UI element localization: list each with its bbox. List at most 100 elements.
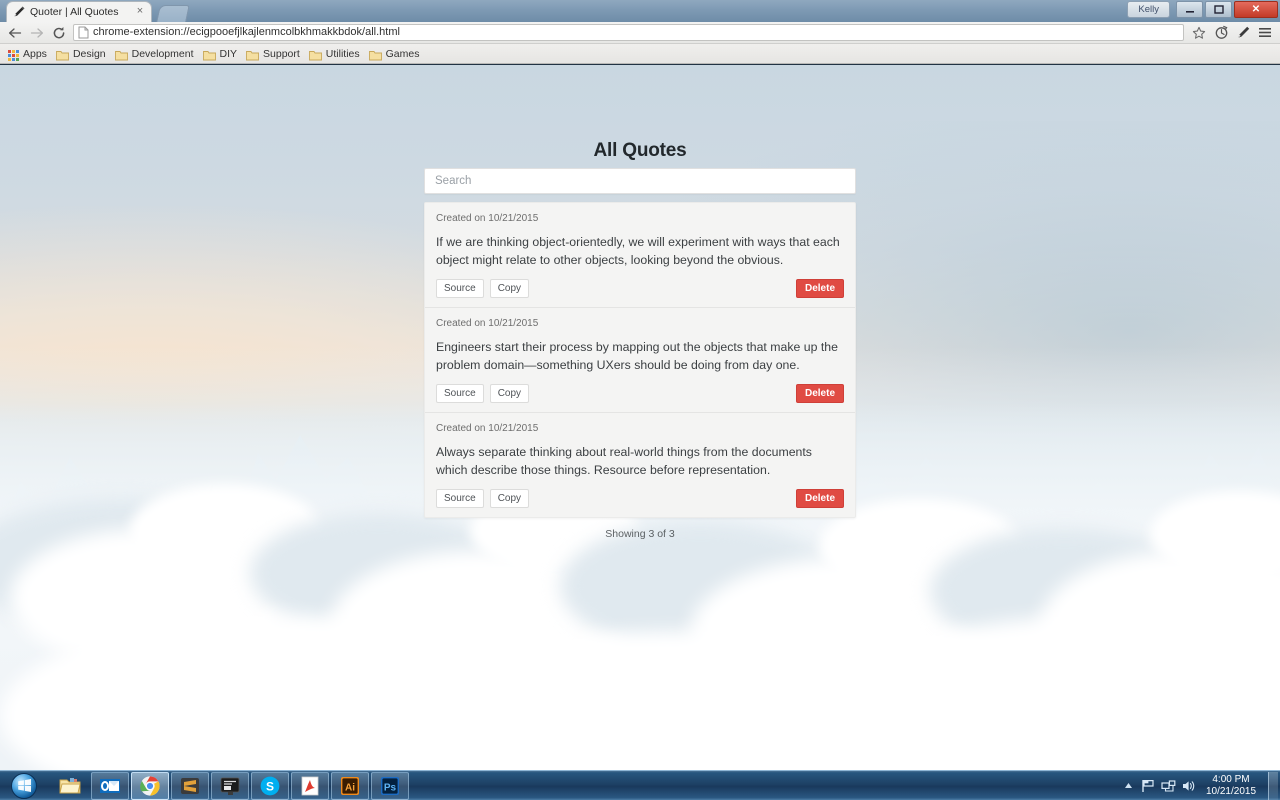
copy-button[interactable]: Copy [489,279,530,298]
search-input[interactable] [424,168,856,194]
windows-taskbar: S Ai Ps 4:00 PM 10/21/2015 [0,770,1280,800]
folder-icon [114,48,128,61]
quoter-extension-page: All Quotes Created on 10/21/2015 If we a… [0,65,1280,770]
folder-icon [202,48,216,61]
clock[interactable]: 4:00 PM 10/21/2015 [1198,774,1264,798]
maximize-button[interactable] [1205,1,1232,18]
navigation-toolbar: chrome-extension://ecigpooefjlkajlenmcol… [0,22,1280,44]
apps-grid-icon [8,48,19,61]
quote-text: Always separate thinking about real-worl… [436,445,812,477]
taskbar-skype[interactable]: S [251,771,289,800]
quotes-list: Created on 10/21/2015 If we are thinking… [424,202,856,518]
copy-button[interactable]: Copy [489,384,530,403]
terminal-icon [220,777,240,795]
sublime-text-icon [181,777,199,794]
quote-created-date: Created on 10/21/2015 [436,318,539,329]
bookmark-star-icon[interactable] [1188,23,1210,43]
page-icon [78,26,89,39]
taskbar-sublime-text[interactable] [171,771,209,800]
outlook-icon [100,778,120,793]
show-desktop-button[interactable] [1268,771,1278,800]
browser-viewport: All Quotes Created on 10/21/2015 If we a… [0,65,1280,770]
quote-text: If we are thinking object-orientedly, we… [436,235,840,267]
bookmark-games[interactable]: Games [366,45,426,63]
quote-created-date: Created on 10/21/2015 [436,423,539,434]
bookmark-apps[interactable]: Apps [5,45,53,63]
bookmark-label: Support [263,47,300,60]
new-tab-button[interactable] [156,5,190,22]
bookmark-label: Games [385,47,420,60]
taskbar-terminal[interactable] [211,771,249,800]
bookmark-design[interactable]: Design [53,45,112,63]
quote-actions: Source Copy Delete [436,384,844,403]
bookmark-label: Utilities [325,47,360,60]
reload-icon[interactable] [48,23,70,43]
close-button[interactable]: ✕ [1234,1,1278,18]
user-profile-button[interactable]: Kelly [1127,1,1170,18]
bookmark-support[interactable]: Support [243,45,306,63]
forward-icon[interactable] [26,23,48,43]
copy-button[interactable]: Copy [489,489,530,508]
quote-item: Created on 10/21/2015 If we are thinking… [425,203,855,308]
pencil-icon [12,5,26,19]
illustrator-icon: Ai [341,776,359,795]
showing-count: Showing 3 of 3 [605,528,675,540]
network-icon[interactable] [1158,775,1178,797]
clock-date: 10/21/2015 [1205,785,1257,797]
bookmark-label: Development [131,47,194,60]
system-tray: 4:00 PM 10/21/2015 [1118,771,1280,800]
bookmark-label: DIY [219,47,238,60]
taskbar-acrobat-reader[interactable] [291,771,329,800]
taskbar-file-explorer[interactable] [51,772,89,800]
show-hidden-icons-button[interactable] [1118,775,1138,797]
minimize-button[interactable] [1176,1,1203,18]
chrome-menu-icon[interactable] [1254,23,1276,43]
taskbar-chrome[interactable] [131,771,169,800]
extension-clock-icon[interactable] [1210,23,1232,43]
source-button[interactable]: Source [436,489,484,508]
bookmark-utilities[interactable]: Utilities [306,45,366,63]
folder-icon [55,48,69,61]
delete-button[interactable]: Delete [795,489,844,508]
folder-icon [246,48,259,61]
svg-text:Ai: Ai [345,782,355,793]
quote-item: Created on 10/21/2015 Always separate th… [425,413,855,517]
flag-icon[interactable] [1138,775,1158,797]
source-button[interactable]: Source [436,279,484,298]
source-button[interactable]: Source [436,384,484,403]
taskbar-photoshop[interactable]: Ps [371,771,409,800]
bookmark-diy[interactable]: DIY [200,45,244,63]
bookmark-label: Design [72,47,106,60]
chrome-icon [140,775,160,796]
quoter-pencil-icon[interactable] [1232,23,1254,43]
taskbar-items: S Ai Ps [51,771,411,800]
bookmark-label: Apps [23,47,47,60]
window-controls: Kelly ✕ [1127,1,1278,18]
start-orb-icon [11,772,37,799]
browser-tab[interactable]: Quoter | All Quotes × [6,1,152,22]
quote-actions: Source Copy Delete [436,489,844,508]
photoshop-icon: Ps [381,776,399,795]
back-icon[interactable] [4,23,26,43]
tab-title: Quoter | All Quotes [30,6,119,18]
taskbar-illustrator[interactable]: Ai [331,771,369,800]
svg-text:Ps: Ps [384,782,397,793]
close-icon[interactable]: × [134,6,146,18]
svg-text:S: S [266,779,274,793]
delete-button[interactable]: Delete [795,279,844,298]
taskbar-outlook[interactable] [91,771,129,800]
folder-icon [368,48,382,61]
address-bar[interactable]: chrome-extension://ecigpooefjlkajlenmcol… [73,24,1184,41]
bookmark-development[interactable]: Development [112,45,200,63]
delete-button[interactable]: Delete [795,384,844,403]
file-explorer-icon [59,777,81,793]
tab-strip: Quoter | All Quotes × Kelly ✕ [0,0,1280,22]
skype-icon: S [260,776,280,795]
folder-icon [308,48,322,61]
page-title: All Quotes [593,140,687,161]
start-button[interactable] [1,772,47,800]
bookmarks-bar: Apps Design Development DIY Support Util… [0,44,1280,64]
quote-text: Engineers start their process by mapping… [436,340,838,372]
volume-icon[interactable] [1178,775,1198,797]
quote-item: Created on 10/21/2015 Engineers start th… [425,308,855,413]
